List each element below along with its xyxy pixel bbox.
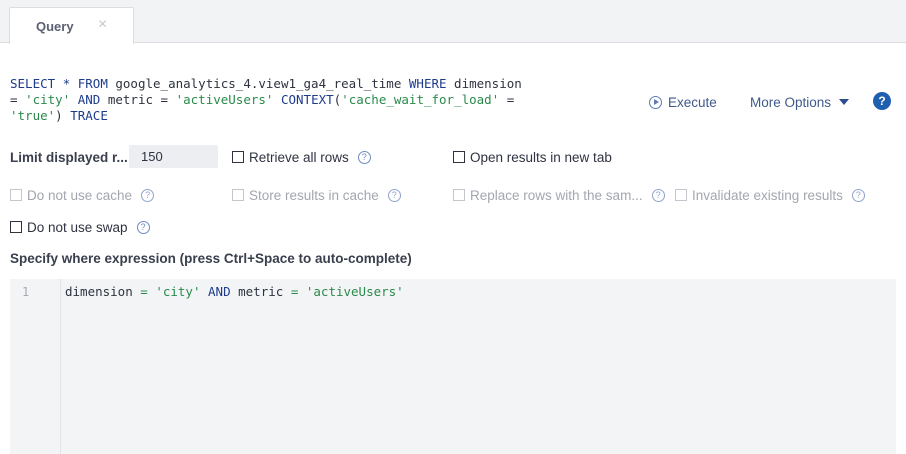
- where-token: AND: [208, 284, 231, 299]
- where-token: dimension: [65, 284, 141, 299]
- tab-query[interactable]: Query ×: [9, 7, 134, 44]
- help-icon[interactable]: ?: [873, 92, 891, 110]
- tab-bar: Query ×: [0, 0, 906, 44]
- where-section-title: Specify where expression (press Ctrl+Spa…: [10, 251, 412, 266]
- no-swap-option[interactable]: Do not use swap ?: [10, 216, 150, 238]
- help-circle-icon[interactable]: ?: [136, 220, 150, 234]
- sql-token: google_analytics_4.view1_ga4_real_time: [107, 76, 409, 91]
- invalidate-option[interactable]: Invalidate existing results ?: [675, 184, 865, 206]
- store-cache-checkbox[interactable]: [232, 189, 244, 201]
- line-number: 1: [22, 285, 30, 299]
- retrieve-all-label: Retrieve all rows: [249, 149, 349, 165]
- where-token: 'activeUsers': [305, 284, 404, 299]
- close-icon[interactable]: ×: [98, 16, 107, 34]
- sql-token: 'activeUsers': [175, 92, 274, 107]
- where-token: =: [140, 284, 148, 299]
- sql-token: metric =: [100, 92, 176, 107]
- no-cache-option[interactable]: Do not use cache ?: [10, 184, 155, 206]
- help-circle-icon[interactable]: ?: [357, 150, 371, 164]
- no-swap-checkbox[interactable]: [10, 221, 22, 233]
- invalidate-checkbox[interactable]: [675, 189, 687, 201]
- replace-rows-option[interactable]: Replace rows with the sam... ?: [453, 184, 665, 206]
- chevron-down-icon: [839, 99, 850, 105]
- play-icon: [649, 95, 662, 109]
- help-circle-icon[interactable]: ?: [141, 188, 155, 202]
- where-token: 'city': [155, 284, 201, 299]
- open-new-tab-option[interactable]: Open results in new tab: [453, 146, 612, 168]
- no-swap-label: Do not use swap: [27, 219, 128, 235]
- more-options-button[interactable]: More Options: [750, 92, 850, 112]
- store-cache-label: Store results in cache: [249, 187, 379, 203]
- no-cache-label: Do not use cache: [27, 187, 133, 203]
- execute-button[interactable]: Execute: [649, 92, 717, 112]
- invalidate-label: Invalidate existing results: [692, 187, 843, 203]
- sql-token: 'true': [10, 108, 56, 123]
- sql-token: FROM: [77, 76, 108, 91]
- where-token: [200, 284, 208, 299]
- replace-rows-label: Replace rows with the sam...: [470, 187, 643, 203]
- more-options-label: More Options: [750, 94, 832, 110]
- store-cache-option[interactable]: Store results in cache ?: [232, 184, 401, 206]
- sql-token: WHERE: [408, 76, 447, 91]
- sql-token: TRACE: [70, 108, 108, 123]
- execute-label: Execute: [668, 94, 717, 110]
- sql-token: AND: [77, 92, 101, 107]
- where-expression-editor[interactable]: 1 dimension = 'city' AND metric = 'activ…: [10, 279, 896, 454]
- open-new-tab-label: Open results in new tab: [470, 149, 612, 165]
- sql-token: CONTEXT: [280, 92, 334, 107]
- help-circle-icon[interactable]: ?: [387, 188, 401, 202]
- help-circle-icon[interactable]: ?: [851, 188, 865, 202]
- open-new-tab-checkbox[interactable]: [453, 151, 465, 163]
- sql-token: SELECT: [10, 76, 56, 91]
- sql-query-text: SELECT * FROM google_analytics_4.view1_g…: [10, 76, 535, 124]
- where-token: [298, 284, 306, 299]
- limit-input[interactable]: 150: [129, 145, 218, 168]
- where-code-line[interactable]: dimension = 'city' AND metric = 'activeU…: [65, 284, 404, 299]
- help-circle-icon[interactable]: ?: [651, 188, 665, 202]
- retrieve-all-checkbox[interactable]: [232, 151, 244, 163]
- sql-token: 'cache_wait_for_load': [341, 92, 500, 107]
- line-gutter: 1: [10, 279, 61, 454]
- limit-label: Limit displayed r...: [10, 149, 128, 165]
- sql-token: =: [499, 92, 522, 107]
- sql-token: ): [55, 108, 71, 123]
- sql-token: 'city': [25, 92, 71, 107]
- where-token: metric: [230, 284, 291, 299]
- replace-rows-checkbox[interactable]: [453, 189, 465, 201]
- tab-label: Query: [36, 19, 74, 34]
- no-cache-checkbox[interactable]: [10, 189, 22, 201]
- limit-row: Limit displayed r...: [10, 146, 128, 168]
- retrieve-all-option[interactable]: Retrieve all rows ?: [232, 146, 371, 168]
